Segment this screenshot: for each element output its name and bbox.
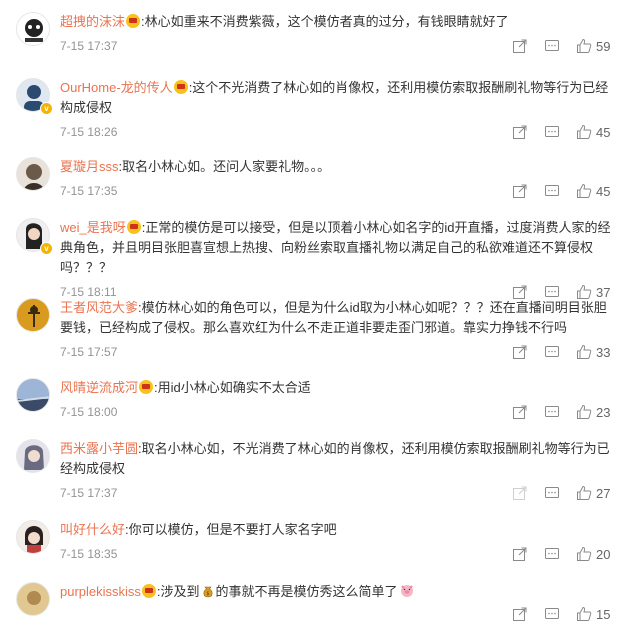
verified-badge-icon: v [40, 102, 53, 115]
like-count: 59 [596, 38, 611, 54]
username[interactable]: 王者风范大爹 [60, 300, 138, 315]
comment-icon[interactable] [544, 606, 560, 622]
like-count: 45 [596, 124, 611, 140]
comment-content: :正常的模仿是可以接受，但是以顶着小林心如名字的id开直播，过度消费人家的经典角… [60, 220, 611, 275]
vip-crown-icon [173, 80, 188, 94]
verified-badge-icon: v [40, 242, 53, 255]
like-count: 27 [596, 485, 611, 501]
share-icon[interactable] [512, 606, 528, 622]
thumbs-up-icon[interactable] [576, 38, 592, 54]
comment-text: 风晴逆流成河 :用id小林心如确实不太合适 [60, 378, 614, 398]
thumbs-up-icon[interactable] [576, 344, 592, 360]
comment-content: :用id小林心如确实不太合适 [154, 380, 311, 395]
timestamp: 7-15 17:37 [60, 486, 118, 500]
like-count: 45 [596, 183, 611, 199]
share-icon[interactable] [512, 183, 528, 199]
thumbs-up-icon[interactable] [576, 183, 592, 199]
username[interactable]: 夏璇月sss [60, 159, 119, 174]
comment-list: 超拽的沫沫 :林心如重来不消费紫薇，这个模仿者真的过分，有钱眼睛就好了 7-15 … [0, 0, 628, 639]
comment-text: 西米露小芋圆:取名小林心如，不光消费了林心如的肖像权，还利用模仿索取报酬刷礼物等… [60, 439, 614, 479]
comment-icon[interactable] [544, 546, 560, 562]
pig-face-icon [399, 582, 415, 598]
thumbs-up-icon[interactable] [576, 485, 592, 501]
comment-text: wei_是我呀:正常的模仿是可以接受，但是以顶着小林心如名字的id开直播，过度消… [60, 218, 614, 278]
username[interactable]: 风晴逆流成河 [60, 380, 138, 395]
comment-content: :涉及到 [156, 584, 200, 599]
comment-text: 王者风范大爹:模仿林心如的角色可以，但是为什么id取为小林心如呢？？？还在直播间… [60, 298, 614, 338]
avatar[interactable] [16, 298, 50, 332]
timestamp: 7-15 18:00 [60, 405, 118, 419]
comment-text: OurHome-龙的传人:这个不光消费了林心如的肖像权，还利用模仿索取报酬刷礼物… [60, 78, 614, 118]
avatar[interactable] [16, 582, 50, 616]
vip-crown-icon [141, 584, 156, 598]
like-count: 20 [596, 546, 611, 562]
username[interactable]: 叫好什么好 [60, 522, 125, 537]
vip-crown-icon [126, 14, 141, 28]
comment-text: purplekisskiss :涉及到 $ 的事就不再是模仿秀这么简单了 [60, 582, 614, 602]
share-icon[interactable] [512, 38, 528, 54]
timestamp: 7-15 17:37 [60, 39, 118, 53]
comment-content-tail: 的事就不再是模仿秀这么简单了 [215, 584, 398, 599]
vip-crown-icon [139, 380, 154, 394]
username[interactable]: 西米露小芋圆 [60, 441, 138, 456]
like-count: 33 [596, 344, 611, 360]
comment-icon[interactable] [544, 38, 560, 54]
vip-crown-icon [126, 220, 141, 234]
avatar[interactable] [16, 378, 50, 412]
avatar[interactable] [16, 157, 50, 191]
thumbs-up-icon[interactable] [576, 606, 592, 622]
share-icon[interactable] [512, 344, 528, 360]
username[interactable]: 超拽的沫沫 [60, 14, 125, 29]
comment-icon[interactable] [544, 344, 560, 360]
money-bag-icon: $ [201, 584, 215, 598]
comment-icon[interactable] [544, 485, 560, 501]
thumbs-up-icon[interactable] [576, 404, 592, 420]
comment-text: 叫好什么好:你可以模仿，但是不要打人家名字吧 [60, 520, 614, 540]
share-icon[interactable] [512, 124, 528, 140]
thumbs-up-icon[interactable] [576, 546, 592, 562]
comment-content: :林心如重来不消费紫薇，这个模仿者真的过分，有钱眼睛就好了 [141, 14, 509, 29]
comment-icon[interactable] [544, 404, 560, 420]
share-icon[interactable] [512, 404, 528, 420]
comment-icon[interactable] [544, 183, 560, 199]
like-count: 15 [596, 606, 611, 622]
share-icon[interactable] [512, 546, 528, 562]
comment-content: :取名小林心如，不光消费了林心如的肖像权，还利用模仿索取报酬刷礼物等行为已经构成… [60, 441, 610, 476]
comment-content: :你可以模仿，但是不要打人家名字吧 [125, 522, 337, 537]
timestamp: 7-15 18:35 [60, 547, 118, 561]
comment-text: 夏璇月sss:取名小林心如。还问人家要礼物。。。 [60, 157, 614, 177]
timestamp: 7-15 18:26 [60, 125, 118, 139]
username[interactable]: purplekisskiss [60, 584, 141, 599]
svg-text:$: $ [206, 591, 209, 597]
comment-content: :取名小林心如。还问人家要礼物。。。 [118, 159, 331, 174]
like-count: 23 [596, 404, 611, 420]
avatar[interactable] [16, 520, 50, 554]
comment-text: 超拽的沫沫 :林心如重来不消费紫薇，这个模仿者真的过分，有钱眼睛就好了 [60, 12, 614, 32]
timestamp: 7-15 17:35 [60, 184, 118, 198]
username[interactable]: wei_是我呀 [60, 220, 126, 235]
thumbs-up-icon[interactable] [576, 124, 592, 140]
comment-content: :模仿林心如的角色可以，但是为什么id取为小林心如呢？？？还在直播间明目张胆要钱… [60, 300, 607, 335]
avatar[interactable] [16, 12, 50, 46]
username[interactable]: OurHome-龙的传人 [60, 80, 173, 95]
timestamp: 7-15 18:11 [60, 285, 117, 299]
comment-icon[interactable] [544, 124, 560, 140]
share-icon[interactable] [512, 485, 528, 501]
timestamp: 7-15 17:57 [60, 345, 118, 359]
avatar[interactable] [16, 439, 50, 473]
